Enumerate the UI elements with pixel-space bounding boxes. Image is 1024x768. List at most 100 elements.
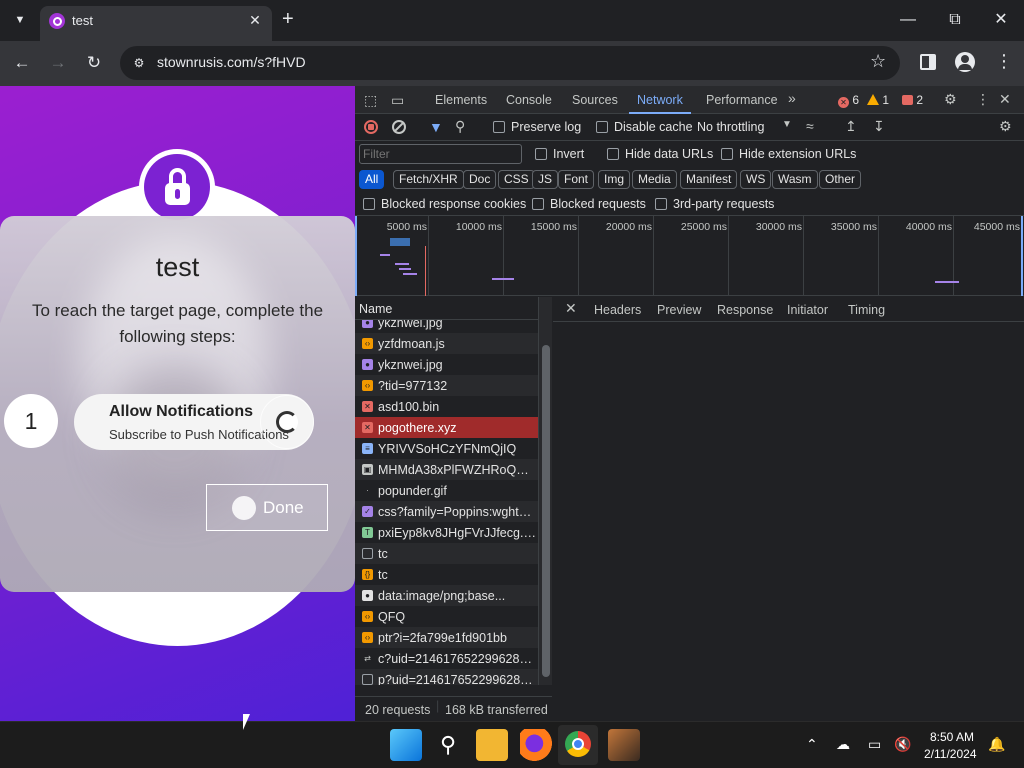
request-row[interactable]: ● ykznwei.jpg	[355, 320, 538, 333]
tab-performance[interactable]: Performance	[706, 93, 778, 107]
type-filter-ws[interactable]: WS	[740, 170, 772, 189]
type-filter-wasm[interactable]: Wasm	[772, 170, 818, 189]
type-filter-font[interactable]: Font	[558, 170, 595, 189]
type-filter-fetch-xhr[interactable]: Fetch/XHR	[393, 170, 464, 189]
blocked-requests-checkbox[interactable]	[532, 198, 544, 210]
devtools-close-icon[interactable]: ✕	[999, 91, 1011, 108]
type-filter-media[interactable]: Media	[632, 170, 677, 189]
type-filter-css[interactable]: CSS	[498, 170, 535, 189]
hide-data-urls-checkbox[interactable]	[607, 148, 619, 160]
url-text[interactable]: stownrusis.com/s?fHVD	[157, 54, 306, 70]
import-har-icon[interactable]: ↥	[845, 118, 857, 135]
request-list-scrollbar[interactable]	[538, 297, 552, 685]
disable-cache-checkbox[interactable]	[596, 121, 608, 133]
done-button[interactable]: Done	[206, 484, 328, 531]
tab-timing[interactable]: Timing	[848, 303, 885, 317]
request-row[interactable]: ≡ YRIVVSoHCzYFNmQjIQ	[355, 438, 538, 459]
devtools-menu-icon[interactable]: ⋮	[976, 91, 990, 108]
request-row[interactable]: ✓ css?family=Poppins:wght@...	[355, 501, 538, 522]
request-row[interactable]: ▣ MHMdA38xPlFWZHRoQEUt...	[355, 459, 538, 480]
tab-console[interactable]: Console	[506, 93, 552, 107]
tab-sources[interactable]: Sources	[572, 93, 618, 107]
request-row[interactable]: ‹› ptr?i=2fa799e1fd901bb	[355, 627, 538, 648]
tab-preview[interactable]: Preview	[657, 303, 701, 317]
inspect-element-icon[interactable]: ⬚	[364, 92, 377, 109]
scroll-thumb[interactable]	[542, 345, 550, 677]
type-filter-all[interactable]: All	[359, 170, 385, 189]
browser-tab[interactable]: test ✕	[40, 6, 272, 41]
chrome-active-app[interactable]	[558, 725, 598, 765]
file-explorer-icon[interactable]	[476, 729, 508, 761]
clear-log-icon[interactable]	[392, 120, 406, 134]
request-row[interactable]: ● data:image/png;base...	[355, 585, 538, 606]
export-har-icon[interactable]: ↧	[873, 118, 885, 135]
type-filter-img[interactable]: Img	[598, 170, 631, 189]
timeline-range-handle-left[interactable]	[355, 216, 357, 296]
request-row[interactable]: tc	[355, 543, 538, 564]
tab-network[interactable]: Network	[637, 93, 683, 107]
network-status-icon[interactable]: ▭	[868, 736, 881, 753]
volume-muted-icon[interactable]: 🔇	[894, 736, 911, 753]
type-filter-js[interactable]: JS	[532, 170, 559, 189]
request-row[interactable]: ⇄ c?uid=21461765229962898...	[355, 648, 538, 669]
browser-menu-icon[interactable]: ⋮	[995, 51, 1013, 72]
back-arrow-icon[interactable]: ←	[10, 51, 34, 75]
firefox-icon[interactable]	[520, 729, 552, 761]
issue-count[interactable]: 2	[902, 93, 923, 107]
reload-icon[interactable]: ↻	[82, 51, 106, 75]
blocked-response-cookies-checkbox[interactable]	[363, 198, 375, 210]
address-bar[interactable]: ⚙ stownrusis.com/s?fHVD ☆	[120, 46, 900, 80]
bookmark-star-icon[interactable]: ☆	[870, 51, 886, 72]
hide-extension-urls-checkbox[interactable]	[721, 148, 733, 160]
request-row[interactable]: p?uid=214617652299628987	[355, 669, 538, 685]
tab-initiator[interactable]: Initiator	[787, 303, 828, 317]
new-tab-plus-icon[interactable]: +	[282, 9, 294, 29]
minimize-icon[interactable]: —	[893, 8, 923, 32]
invert-checkbox[interactable]	[535, 148, 547, 160]
error-count[interactable]: ✕ 6	[838, 93, 859, 108]
close-detail-icon[interactable]: ✕	[565, 300, 577, 317]
request-row[interactable]: · popunder.gif	[355, 480, 538, 501]
restore-icon[interactable]: ⧉	[940, 8, 970, 32]
request-row[interactable]: ‹› yzfdmoan.js	[355, 333, 538, 354]
start-windows-icon[interactable]	[390, 729, 422, 761]
devtools-settings-gear-icon[interactable]: ⚙	[944, 91, 957, 108]
tab-elements[interactable]: Elements	[435, 93, 487, 107]
network-settings-gear-icon[interactable]: ⚙	[999, 118, 1012, 135]
preserve-log-checkbox[interactable]	[493, 121, 505, 133]
request-row[interactable]: ✕ asd100.bin	[355, 396, 538, 417]
window-close-icon[interactable]: ✕	[986, 8, 1016, 32]
search-icon[interactable]: ⚲	[455, 118, 465, 135]
profile-avatar-icon[interactable]	[955, 52, 975, 72]
network-conditions-icon[interactable]: ≈	[806, 118, 814, 134]
filter-funnel-icon[interactable]: ▼	[429, 119, 443, 135]
clock-date[interactable]: 2/11/2024	[924, 747, 977, 761]
request-row[interactable]: TpxiEyp8kv8JHgFVrJJfecg.wof...	[355, 522, 538, 543]
type-filter-doc[interactable]: Doc	[463, 170, 497, 189]
site-info-tune-icon[interactable]: ⚙	[130, 54, 148, 72]
tab-headers[interactable]: Headers	[594, 303, 641, 317]
throttling-dropdown-icon[interactable]: ▼	[782, 119, 792, 130]
request-row[interactable]: ‹› QFQ	[355, 606, 538, 627]
throttling-select[interactable]: No throttling	[697, 120, 764, 134]
filter-input[interactable]	[359, 144, 522, 164]
show-hidden-icons-chevron[interactable]: ⌃	[806, 736, 818, 753]
record-stop-icon[interactable]	[364, 120, 378, 134]
tab-response[interactable]: Response	[717, 303, 773, 317]
type-filter-manifest[interactable]: Manifest	[680, 170, 738, 189]
device-toolbar-icon[interactable]: ▭	[391, 92, 404, 109]
onedrive-cloud-icon[interactable]: ☁	[836, 736, 850, 753]
warning-count[interactable]: 1	[867, 93, 889, 107]
name-column-header[interactable]: Name	[359, 302, 392, 316]
request-row[interactable]: ✕ pogothere.xyz	[355, 417, 538, 438]
clock-time[interactable]: 8:50 AM	[930, 730, 974, 744]
tab-search-chevron-icon[interactable]: ▼	[8, 8, 32, 32]
tab-close-icon[interactable]: ✕	[246, 11, 264, 29]
media-app-icon[interactable]	[608, 729, 640, 761]
timeline-range-handle-right[interactable]	[1021, 216, 1023, 296]
more-tabs-icon[interactable]: »	[788, 90, 796, 106]
type-filter-other[interactable]: Other	[819, 170, 862, 189]
third-party-checkbox[interactable]	[655, 198, 667, 210]
network-overview-timeline[interactable]: 5000 ms 10000 ms 15000 ms 20000 ms 25000…	[355, 216, 1024, 296]
forward-arrow-icon[interactable]: →	[46, 51, 70, 75]
